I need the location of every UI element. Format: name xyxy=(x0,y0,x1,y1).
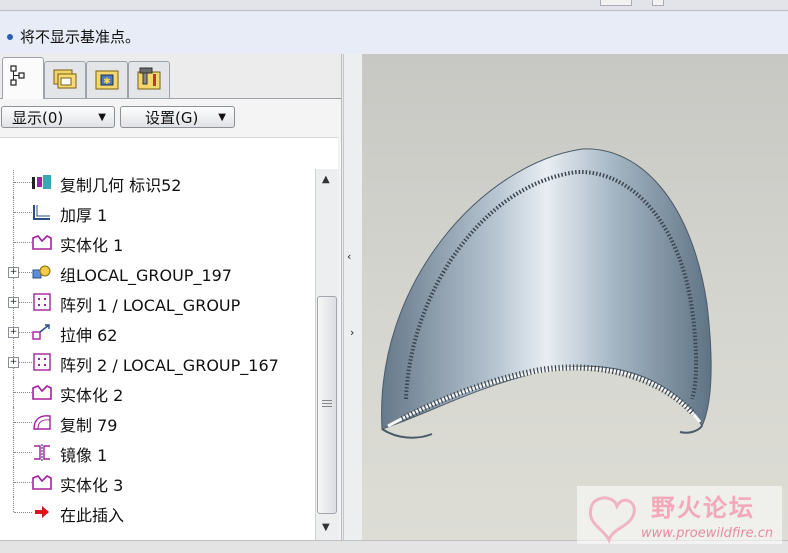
top-toolbar-strip xyxy=(0,0,788,11)
tree-item-label: 在此插入 xyxy=(60,506,125,525)
tree-filter-area[interactable] xyxy=(0,137,338,171)
shell-bottom-face xyxy=(381,425,703,439)
top-strip-button[interactable] xyxy=(652,0,664,6)
tab-model-tree[interactable] xyxy=(2,57,44,99)
insert-here-arrow-icon xyxy=(35,506,49,518)
expand-right-icon[interactable]: › xyxy=(350,326,354,339)
scroll-up-icon[interactable]: ▲ xyxy=(322,174,330,185)
pattern-icon xyxy=(33,293,51,311)
tree-item[interactable]: + 拉伸 62 xyxy=(0,317,315,347)
tree-connector xyxy=(19,332,32,333)
expand-icon[interactable]: + xyxy=(8,267,19,278)
graphics-window[interactable] xyxy=(362,54,788,540)
tree-connector xyxy=(19,362,32,363)
group-icon xyxy=(32,265,51,279)
tree-item-label: 加厚 1 xyxy=(60,206,108,225)
tree-item[interactable]: 加厚 1 xyxy=(0,197,315,227)
message-bullet-icon xyxy=(7,34,13,40)
folder-browser-icon xyxy=(53,69,77,89)
tree-item[interactable]: + 阵列 2 / LOCAL_GROUP_167 xyxy=(0,347,315,377)
scroll-grip-icon xyxy=(322,403,332,404)
copy-geometry-icon xyxy=(32,175,51,189)
tree-item-label: 实体化 2 xyxy=(60,386,124,405)
tree-item-label: 复制 79 xyxy=(60,416,118,435)
tree-item[interactable]: 在此插入 xyxy=(0,497,315,527)
model-tree: 复制几何 标识52 加厚 1 实体化 1 + 组LOCAL_GROUP_197 … xyxy=(0,169,315,541)
pattern-icon xyxy=(33,353,51,371)
tree-item-label: 组LOCAL_GROUP_197 xyxy=(60,266,232,285)
tree-item-label: 镜像 1 xyxy=(60,446,108,465)
scroll-down-icon[interactable]: ▼ xyxy=(322,522,330,533)
tree-scrollbar[interactable]: ▲ ▼ xyxy=(315,169,339,541)
tools-folder-icon xyxy=(137,67,161,90)
tree-connector xyxy=(14,392,32,393)
tree-item[interactable]: 实体化 2 xyxy=(0,377,315,407)
panel-splitter[interactable]: ‹ › xyxy=(343,54,363,540)
scroll-grip-icon xyxy=(322,400,332,401)
extrude-icon xyxy=(32,324,50,340)
tree-item-label: 实体化 1 xyxy=(60,236,124,255)
tab-favorites[interactable]: ✱ xyxy=(86,61,128,98)
solidify-icon xyxy=(32,475,52,490)
thicken-icon xyxy=(33,205,50,220)
tree-connector xyxy=(14,512,32,513)
chevron-down-icon: ▼ xyxy=(98,112,106,123)
watermark: 野火论坛 www.proewildfire.cn xyxy=(577,486,782,544)
navigator-panel: ✱ 显示(0) ▼ 设置(G) ▼ 复制几何 标识52 加厚 1 实体化 1 +… xyxy=(0,54,342,541)
tree-connector xyxy=(13,169,14,197)
tree-connector xyxy=(14,242,32,243)
tree-item-label: 复制几何 标识52 xyxy=(60,176,182,195)
tree-item[interactable]: 镜像 1 xyxy=(0,437,315,467)
message-text: 将不显示基准点。 xyxy=(20,28,141,46)
show-dropdown[interactable]: 显示(0) ▼ xyxy=(1,106,115,128)
collapse-left-icon[interactable]: ‹ xyxy=(347,250,351,263)
scroll-grip-icon xyxy=(322,406,332,407)
tree-item[interactable]: 实体化 1 xyxy=(0,227,315,257)
tab-tools[interactable] xyxy=(128,61,170,98)
tree-connector xyxy=(14,182,32,183)
settings-dropdown[interactable]: 设置(G) ▼ xyxy=(120,106,235,128)
show-dropdown-label: 显示(0) xyxy=(12,109,64,127)
top-strip-button[interactable] xyxy=(600,0,632,6)
tree-item[interactable]: 实体化 3 xyxy=(0,467,315,497)
tree-item-label: 实体化 3 xyxy=(60,476,124,495)
tree-item[interactable]: 复制 79 xyxy=(0,407,315,437)
tree-connector xyxy=(19,272,32,273)
tree-connector xyxy=(14,452,32,453)
tree-connector xyxy=(19,302,32,303)
watermark-title: 野火论坛 xyxy=(651,494,755,522)
expand-icon[interactable]: + xyxy=(8,327,19,338)
model-tree-icon xyxy=(10,65,25,86)
scroll-thumb[interactable] xyxy=(317,296,337,514)
navigator-toolbar: 显示(0) ▼ 设置(G) ▼ xyxy=(0,99,341,135)
tree-connector xyxy=(14,422,32,423)
solidify-icon xyxy=(32,385,52,400)
tree-item-label: 拉伸 62 xyxy=(60,326,118,345)
expand-icon[interactable]: + xyxy=(8,297,19,308)
tree-connector xyxy=(14,482,32,483)
message-bar: 将不显示基准点。 xyxy=(0,11,788,54)
tree-item[interactable]: + 阵列 1 / LOCAL_GROUP xyxy=(0,287,315,317)
favorites-folder-icon: ✱ xyxy=(95,70,119,90)
chevron-down-icon: ▼ xyxy=(218,112,226,123)
shell-part-model xyxy=(381,148,712,439)
tree-item-label: 阵列 2 / LOCAL_GROUP_167 xyxy=(60,356,279,375)
watermark-logo xyxy=(588,496,636,544)
tree-connector xyxy=(14,212,32,213)
mirror-icon xyxy=(34,444,50,461)
watermark-url: www.proewildfire.cn xyxy=(641,526,774,541)
tab-folder-browser[interactable] xyxy=(44,61,86,98)
copy-surface-icon xyxy=(33,415,51,430)
solidify-icon xyxy=(32,235,52,250)
tree-item[interactable]: + 组LOCAL_GROUP_197 xyxy=(0,257,315,287)
navigator-tabs: ✱ xyxy=(0,54,341,99)
svg-text:✱: ✱ xyxy=(103,77,111,87)
expand-icon[interactable]: + xyxy=(8,357,19,368)
tree-item[interactable]: 复制几何 标识52 xyxy=(0,169,315,197)
tree-item-label: 阵列 1 / LOCAL_GROUP xyxy=(60,296,241,315)
tree-connector xyxy=(13,497,14,512)
settings-dropdown-label: 设置(G) xyxy=(145,109,199,127)
